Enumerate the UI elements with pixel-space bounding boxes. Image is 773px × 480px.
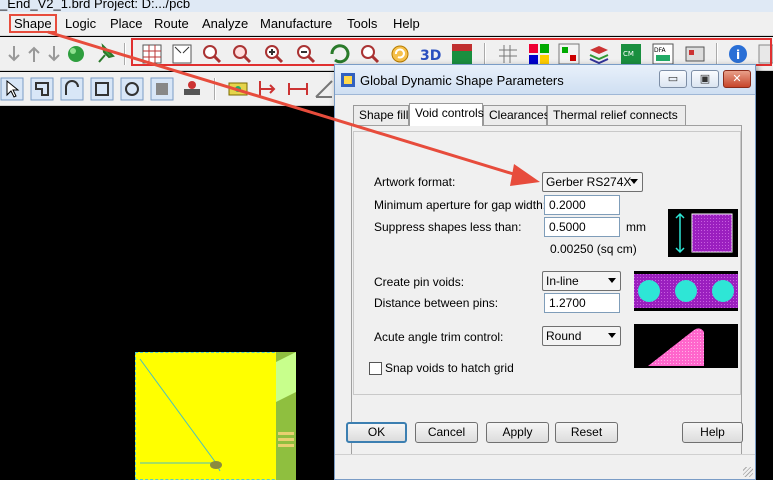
- min-aperture-label: Minimum aperture for gap width:: [374, 198, 547, 212]
- tab-shape-fill[interactable]: Shape fill: [353, 105, 409, 125]
- menu-logic[interactable]: Logic: [61, 15, 100, 32]
- minimize-icon: ▭: [667, 73, 679, 85]
- create-pin-voids-label: Create pin voids:: [374, 275, 465, 289]
- yellow-copper-shape[interactable]: [135, 352, 295, 480]
- menu-manufacture[interactable]: Manufacture: [256, 15, 336, 32]
- menu-bar: Shape Logic Place Route Analyze Manufact…: [0, 12, 773, 36]
- menu-shape[interactable]: Shape: [9, 14, 57, 33]
- artwork-format-select[interactable]: Gerber RS274X: [542, 172, 643, 192]
- chevron-down-icon: [608, 333, 616, 338]
- restore-icon: ▣: [699, 73, 711, 85]
- window-title: _End_V2_1.brd Project: D:.../pcb: [0, 0, 191, 11]
- acute-angle-trim-select[interactable]: Round: [542, 326, 621, 346]
- shape-arc-icon[interactable]: [60, 77, 84, 101]
- dialog-status-bar: [335, 454, 755, 479]
- chevron-down-icon: [608, 278, 616, 283]
- acute-angle-trim-preview: [634, 324, 738, 368]
- menu-route[interactable]: Route: [150, 15, 193, 32]
- suppress-shapes-unit: mm: [626, 220, 646, 234]
- artwork-format-value: Gerber RS274X: [546, 175, 632, 189]
- shape-circle-icon[interactable]: [120, 77, 144, 101]
- globe-icon[interactable]: [64, 42, 88, 66]
- shape-rectangle-icon[interactable]: [90, 77, 114, 101]
- toolbar-separator: [124, 43, 126, 65]
- angle-icon[interactable]: [312, 77, 336, 101]
- down-arrow-alt-icon[interactable]: [42, 42, 66, 66]
- pin-icon[interactable]: [93, 42, 117, 66]
- menu-place[interactable]: Place: [106, 15, 147, 32]
- toolbar-separator: [214, 78, 216, 100]
- cancel-button[interactable]: Cancel: [415, 422, 478, 443]
- shape-toolbar: [0, 72, 340, 106]
- shape-outline: [139, 358, 222, 472]
- apply-button[interactable]: Apply: [486, 422, 549, 443]
- annotation-highlight-box: [131, 38, 772, 66]
- artwork-format-label: Artwork format:: [374, 175, 456, 189]
- suppress-shapes-preview: [668, 209, 738, 257]
- shape-select-icon[interactable]: [150, 77, 174, 101]
- green-trace-area: [276, 352, 296, 480]
- create-pin-voids-select[interactable]: In-line: [542, 271, 621, 291]
- minimize-button[interactable]: ▭: [659, 70, 687, 88]
- close-button[interactable]: ✕: [723, 70, 751, 88]
- min-aperture-input[interactable]: 0.2000: [544, 195, 620, 215]
- close-icon: ✕: [732, 73, 742, 85]
- snap-voids-label: Snap voids to hatch grid: [385, 361, 514, 375]
- menu-help[interactable]: Help: [389, 15, 424, 32]
- tab-thermal-relief-connects[interactable]: Thermal relief connects: [547, 105, 686, 125]
- restore-button[interactable]: ▣: [691, 70, 719, 88]
- shape-manual-void-icon[interactable]: [180, 77, 204, 101]
- dialog-title: Global Dynamic Shape Parameters: [360, 73, 564, 88]
- suppress-shapes-area: 0.00250 (sq cm): [550, 242, 637, 256]
- app-icon: [341, 73, 355, 87]
- measure-icon[interactable]: [226, 77, 250, 101]
- trace-pattern: [276, 352, 296, 447]
- resize-grip-icon[interactable]: [743, 467, 753, 477]
- help-button[interactable]: Help: [682, 422, 743, 443]
- select-pointer-icon[interactable]: [0, 77, 24, 101]
- ok-button[interactable]: OK: [346, 422, 407, 443]
- dimension-icon[interactable]: [256, 77, 280, 101]
- create-pin-voids-value: In-line: [546, 274, 579, 288]
- window-title-bar: _End_V2_1.brd Project: D:.../pcb: [0, 0, 773, 12]
- pin-voids-preview: [634, 271, 738, 311]
- distance-between-pins-input[interactable]: 1.2700: [544, 293, 620, 313]
- chevron-down-icon: [630, 179, 638, 184]
- global-dynamic-shape-parameters-dialog: Global Dynamic Shape Parameters ▭ ▣ ✕ Sh…: [334, 64, 756, 480]
- acute-angle-trim-label: Acute angle trim control:: [374, 330, 504, 344]
- distance-icon[interactable]: [286, 77, 310, 101]
- acute-angle-trim-value: Round: [546, 329, 582, 343]
- snap-voids-checkbox[interactable]: [369, 362, 382, 375]
- distance-between-pins-label: Distance between pins:: [374, 296, 499, 310]
- tab-clearances[interactable]: Clearances: [483, 105, 550, 125]
- reset-button[interactable]: Reset: [555, 422, 618, 443]
- menu-analyze[interactable]: Analyze: [198, 15, 252, 32]
- suppress-shapes-label: Suppress shapes less than:: [374, 220, 522, 234]
- tab-void-controls[interactable]: Void controls: [409, 103, 484, 126]
- dialog-title-bar[interactable]: Global Dynamic Shape Parameters ▭ ▣ ✕: [335, 65, 755, 95]
- shape-add-icon[interactable]: [30, 77, 54, 101]
- suppress-shapes-input[interactable]: 0.5000: [544, 217, 620, 237]
- menu-tools[interactable]: Tools: [343, 15, 381, 32]
